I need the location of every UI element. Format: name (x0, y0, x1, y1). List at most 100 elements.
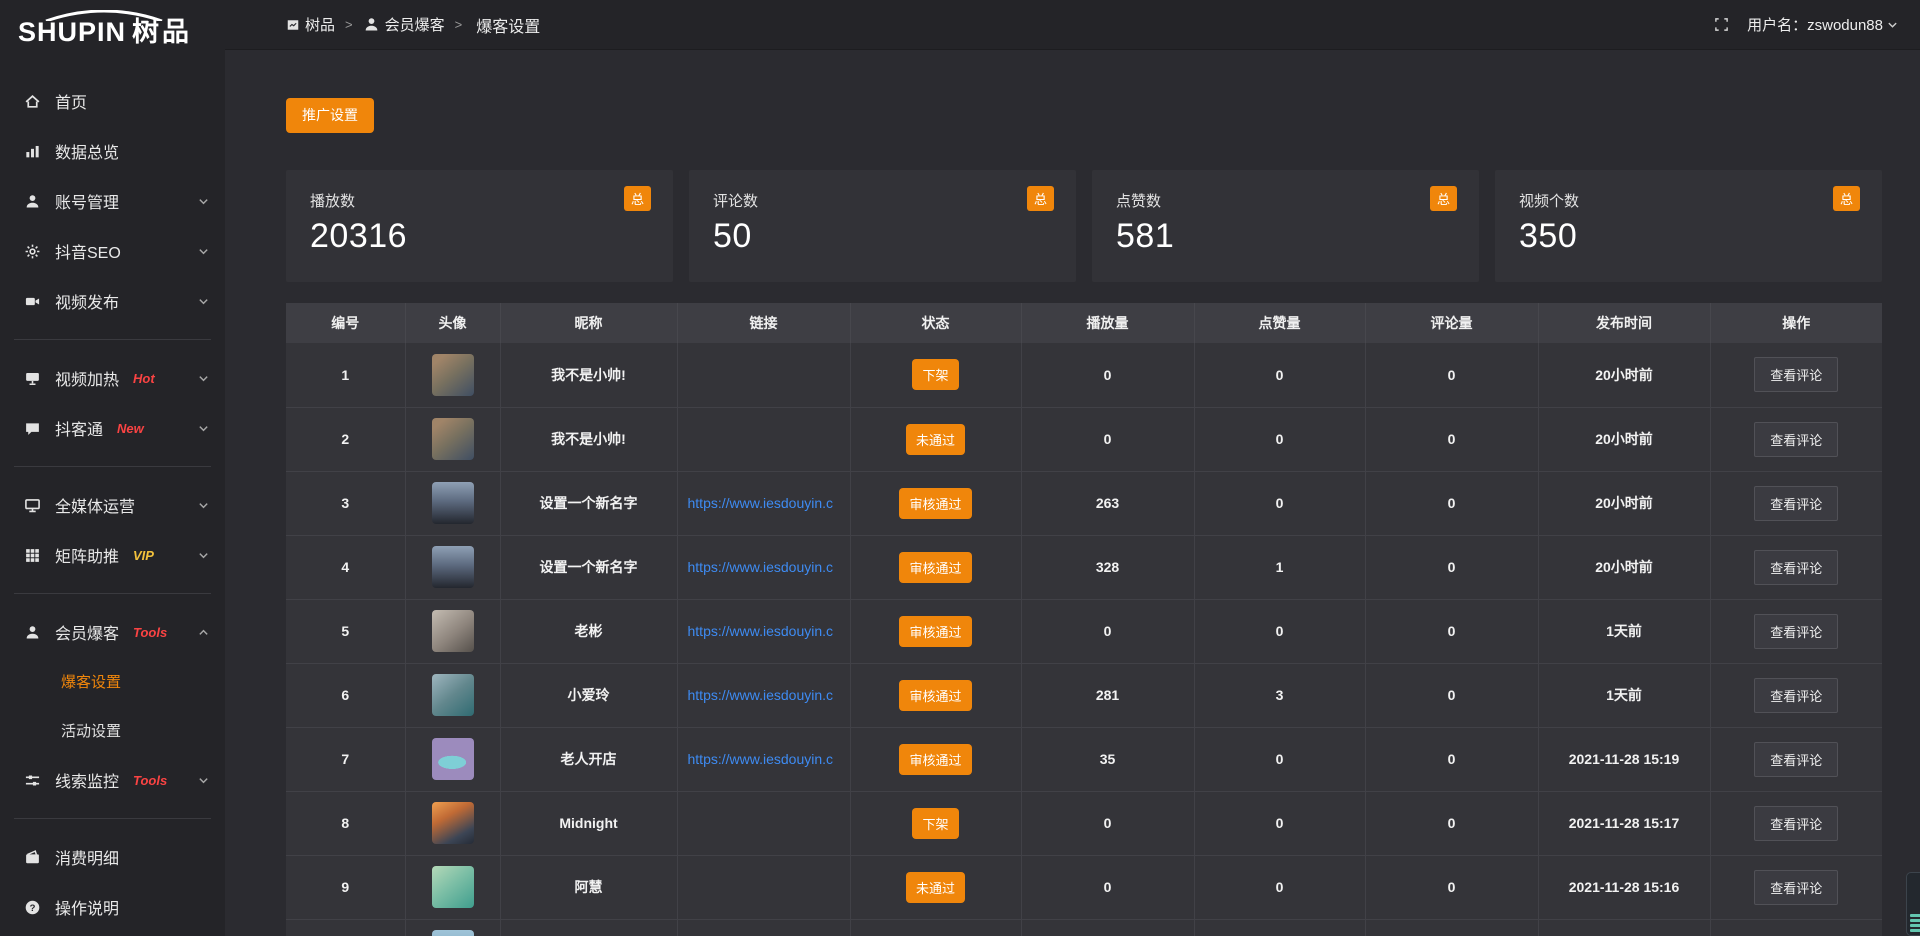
view-comments-button[interactable]: 查看评论 (1754, 486, 1838, 521)
breadcrumb-item[interactable]: 树品 (286, 14, 335, 35)
cell-comments: 0 (1365, 343, 1538, 407)
sidebar-item-clue-monitor[interactable]: 线索监控Tools (0, 755, 225, 805)
sidebar-subitem-activity-settings[interactable]: 活动设置 (0, 706, 225, 755)
avatar (432, 546, 474, 588)
stat-label: 播放数 (310, 190, 649, 211)
sidebar-item-matrix-boost[interactable]: 矩阵助推VIP (0, 530, 225, 580)
sidebar-subitem-baoke-settings[interactable]: 爆客设置 (0, 657, 225, 706)
profile-link[interactable]: https://www.iesdouyin.c (688, 751, 834, 767)
cell-likes: 0 (1194, 343, 1365, 407)
cell-status: 未通过 (850, 407, 1021, 471)
sidebar-item-douyin-seo[interactable]: 抖音SEO (0, 226, 225, 276)
profile-link[interactable]: https://www.iesdouyin.c (688, 559, 834, 575)
sidebar-item-video-heat[interactable]: 视频加热Hot (0, 353, 225, 403)
grid-icon (24, 547, 41, 564)
sidebar-item-label: 视频发布 (55, 289, 119, 313)
help-icon: ? (24, 899, 41, 916)
cell-likes: 0 (1194, 471, 1365, 535)
cell-link (677, 791, 850, 855)
sidebar-item-operation-guide[interactable]: ?操作说明 (0, 882, 225, 932)
video-icon (24, 293, 41, 310)
cell-action: 查看评论 (1710, 855, 1882, 919)
stat-label: 视频个数 (1519, 190, 1858, 211)
profile-link[interactable]: https://www.iesdouyin.c (688, 623, 834, 639)
user-icon (363, 16, 380, 33)
gear-icon (24, 243, 41, 260)
cell-status: 未通过 (850, 855, 1021, 919)
promo-settings-button[interactable]: 推广设置 (286, 98, 374, 133)
table-row: 5老彬https://www.iesdouyin.c审核通过0001天前查看评论 (286, 599, 1882, 663)
profile-link[interactable]: https://www.iesdouyin.c (688, 687, 834, 703)
breadcrumb-item[interactable]: 会员爆客 (363, 14, 445, 35)
cell-time: 20小时前 (1538, 407, 1710, 471)
sidebar-item-label: 首页 (55, 89, 87, 113)
avatar (432, 738, 474, 780)
column-header-8: 发布时间 (1538, 303, 1710, 343)
column-header-2: 昵称 (500, 303, 677, 343)
logo-primary: SHUPIN (18, 17, 126, 47)
cell-status: 审核通过 (850, 663, 1021, 727)
cell-avatar (405, 919, 500, 936)
view-comments-button[interactable]: 查看评论 (1754, 678, 1838, 713)
avatar (432, 930, 474, 936)
status-badge: 审核通过 (899, 488, 971, 519)
stat-total-badge: 总 (1833, 186, 1860, 211)
cell-number: 3 (286, 471, 405, 535)
avatar (432, 610, 474, 652)
table-row: 9阿慧未通过0002021-11-28 15:16查看评论 (286, 855, 1882, 919)
cell-nickname: Midnight (500, 791, 677, 855)
cell-comments: 0 (1365, 407, 1538, 471)
monitor-icon (24, 497, 41, 514)
sidebar-item-video-publish[interactable]: 视频发布 (0, 276, 225, 326)
column-header-7: 评论量 (1365, 303, 1538, 343)
sidebar-item-label: 抖音SEO (55, 239, 121, 263)
fullscreen-icon[interactable] (1714, 17, 1729, 32)
app-icon (286, 18, 300, 32)
view-comments-button[interactable]: 查看评论 (1754, 550, 1838, 585)
cell-plays: 0 (1021, 855, 1194, 919)
cell-comments: 0 (1365, 471, 1538, 535)
logo-secondary: 树品 (132, 17, 192, 47)
cell-avatar (405, 599, 500, 663)
sidebar-item-douketong[interactable]: 抖客通New (0, 403, 225, 453)
cell-status: 审核通过 (850, 535, 1021, 599)
stat-card-0: 播放数总20316 (286, 170, 673, 282)
cell-likes: 0 (1194, 791, 1365, 855)
cell-action: 查看评论 (1710, 727, 1882, 791)
view-comments-button[interactable]: 查看评论 (1754, 422, 1838, 457)
username-menu[interactable]: 用户名：zswodun88 (1747, 14, 1898, 35)
cell-plays: 0 (1021, 599, 1194, 663)
view-comments-button[interactable]: 查看评论 (1754, 614, 1838, 649)
sidebar-item-data-overview[interactable]: 数据总览 (0, 126, 225, 176)
cell-comments: 0 (1365, 535, 1538, 599)
sidebar-item-consumption-detail[interactable]: 消费明细 (0, 832, 225, 882)
cell-likes: 0 (1194, 855, 1365, 919)
cell-plays: 328 (1021, 535, 1194, 599)
cell-nickname: 设置一个新名字 (500, 471, 677, 535)
sidebar-item-label: 数据总览 (55, 139, 119, 163)
sidebar-item-label: 全媒体运营 (55, 493, 135, 517)
cell-link: https://www.iesdouyin.c (677, 471, 850, 535)
avatar (432, 866, 474, 908)
profile-link[interactable]: https://www.iesdouyin.c (688, 495, 834, 511)
floating-widget[interactable] (1906, 872, 1920, 936)
table-row: 6小爱玲https://www.iesdouyin.c审核通过281301天前查… (286, 663, 1882, 727)
sidebar-item-home[interactable]: 首页 (0, 76, 225, 126)
cell-action: 查看评论 (1710, 599, 1882, 663)
cell-number: 5 (286, 599, 405, 663)
breadcrumb-item: 爆客设置 (476, 13, 540, 37)
cell-status: 审核通过 (850, 599, 1021, 663)
cell-time: 20小时前 (1538, 343, 1710, 407)
view-comments-button[interactable]: 查看评论 (1754, 806, 1838, 841)
cell-time: 20小时前 (1538, 535, 1710, 599)
cell-link (677, 919, 850, 936)
widget-bar (1910, 924, 1920, 927)
view-comments-button[interactable]: 查看评论 (1754, 357, 1838, 392)
sidebar-item-account-management[interactable]: 账号管理 (0, 176, 225, 226)
view-comments-button[interactable]: 查看评论 (1754, 742, 1838, 777)
sidebar-item-media-operation[interactable]: 全媒体运营 (0, 480, 225, 530)
chevron-down-icon (198, 373, 209, 384)
sidebar-item-member-baoke[interactable]: 会员爆客Tools (0, 607, 225, 657)
cell-number: 7 (286, 727, 405, 791)
view-comments-button[interactable]: 查看评论 (1754, 870, 1838, 905)
